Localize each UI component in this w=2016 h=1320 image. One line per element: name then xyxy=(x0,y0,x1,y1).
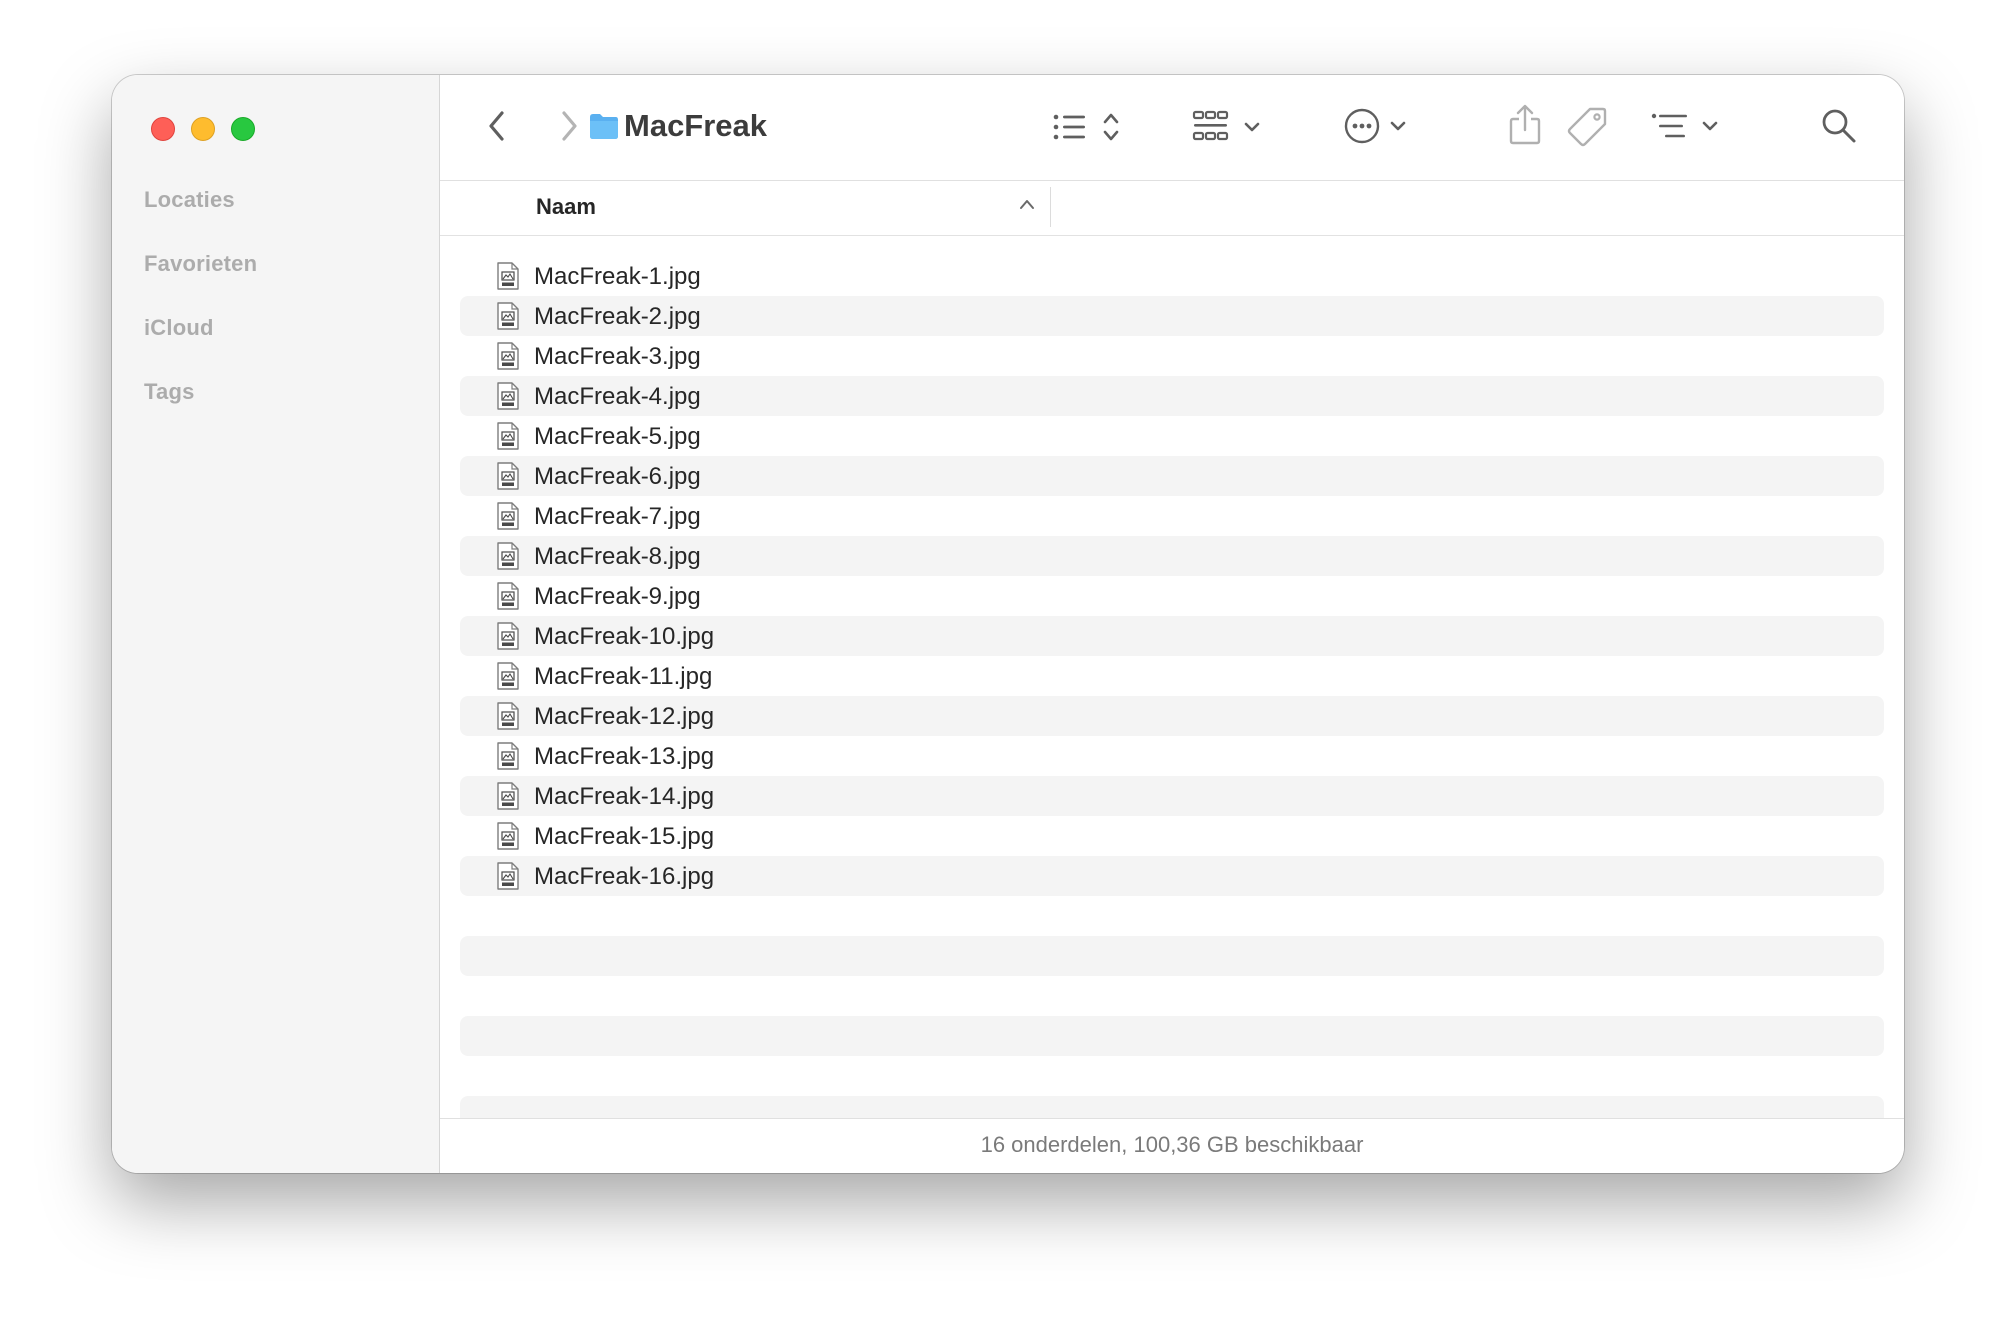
zoom-button[interactable] xyxy=(231,117,255,141)
file-row[interactable]: MacFreak-8.jpg xyxy=(460,536,1884,576)
sort-options-icon xyxy=(1651,113,1718,138)
jpg-file-icon xyxy=(496,422,520,455)
sidebar: Locaties Favorieten iCloud Tags xyxy=(112,75,440,1173)
file-row[interactable]: MacFreak-16.jpg xyxy=(460,856,1884,896)
close-button[interactable] xyxy=(151,117,175,141)
file-name: MacFreak-7.jpg xyxy=(534,503,701,530)
sidebar-section-locaties[interactable]: Locaties xyxy=(144,187,235,213)
group-icon xyxy=(1192,110,1260,141)
empty-row xyxy=(460,1016,1884,1056)
sort-options-button[interactable] xyxy=(1650,109,1724,143)
column-header: Naam xyxy=(440,181,1904,236)
share-icon xyxy=(1509,104,1541,145)
group-button[interactable] xyxy=(1192,109,1268,145)
folder-icon xyxy=(588,111,620,141)
empty-row xyxy=(460,1096,1884,1118)
file-list: MacFreak-1.jpg MacFreak-2.jpg MacFreak-3.j… xyxy=(440,236,1904,1118)
jpg-file-icon xyxy=(496,502,520,535)
view-mode-button[interactable] xyxy=(1050,109,1124,145)
jpg-file-icon xyxy=(496,662,520,695)
more-actions-button[interactable] xyxy=(1344,107,1420,145)
file-name: MacFreak-6.jpg xyxy=(534,463,701,490)
sidebar-section-favorieten[interactable]: Favorieten xyxy=(144,251,257,277)
sort-ascending-icon[interactable] xyxy=(1018,197,1036,216)
jpg-file-icon xyxy=(496,582,520,615)
file-row[interactable]: MacFreak-5.jpg xyxy=(460,416,1884,456)
tag-icon xyxy=(1567,107,1607,147)
file-row[interactable]: MacFreak-13.jpg xyxy=(460,736,1884,776)
file-name: MacFreak-1.jpg xyxy=(534,263,701,290)
empty-row xyxy=(460,936,1884,976)
window-title: MacFreak xyxy=(624,108,768,143)
jpg-file-icon xyxy=(496,382,520,415)
file-name: MacFreak-10.jpg xyxy=(534,623,715,650)
finder-window: Locaties Favorieten iCloud Tags MacFreak xyxy=(112,75,1904,1173)
file-row[interactable]: MacFreak-4.jpg xyxy=(460,376,1884,416)
file-name: MacFreak-13.jpg xyxy=(534,743,715,770)
jpg-file-icon xyxy=(496,262,520,295)
sidebar-section-tags[interactable]: Tags xyxy=(144,379,195,405)
jpg-file-icon xyxy=(496,862,520,895)
file-row[interactable]: MacFreak-2.jpg xyxy=(460,296,1884,336)
minimize-button[interactable] xyxy=(191,117,215,141)
jpg-file-icon xyxy=(496,342,520,375)
status-text: 16 onderdelen, 100,36 GB beschikbaar xyxy=(980,1132,1364,1157)
file-name: MacFreak-3.jpg xyxy=(534,343,701,370)
file-row[interactable]: MacFreak-10.jpg xyxy=(460,616,1884,656)
chevron-left-icon xyxy=(489,111,504,141)
file-name: MacFreak-16.jpg xyxy=(534,863,715,890)
file-name: MacFreak-11.jpg xyxy=(534,663,713,690)
file-row[interactable]: MacFreak-7.jpg xyxy=(460,496,1884,536)
file-row[interactable]: MacFreak-1.jpg xyxy=(460,256,1884,296)
file-row[interactable]: MacFreak-6.jpg xyxy=(460,456,1884,496)
forward-button[interactable] xyxy=(552,109,586,143)
jpg-file-icon xyxy=(496,742,520,775)
file-row[interactable]: MacFreak-11.jpg xyxy=(460,656,1884,696)
file-name: MacFreak-2.jpg xyxy=(534,303,701,330)
search-button[interactable] xyxy=(1820,107,1858,145)
file-row[interactable]: MacFreak-9.jpg xyxy=(460,576,1884,616)
file-name: MacFreak-4.jpg xyxy=(534,383,701,410)
jpg-file-icon xyxy=(496,782,520,815)
file-row[interactable]: MacFreak-3.jpg xyxy=(460,336,1884,376)
back-button[interactable] xyxy=(480,109,514,143)
list-view-icon xyxy=(1053,113,1119,141)
status-bar: 16 onderdelen, 100,36 GB beschikbaar xyxy=(440,1118,1904,1173)
file-row[interactable]: MacFreak-15.jpg xyxy=(460,816,1884,856)
file-name: MacFreak-12.jpg xyxy=(534,703,715,730)
file-name: MacFreak-14.jpg xyxy=(534,783,715,810)
jpg-file-icon xyxy=(496,542,520,575)
sidebar-section-icloud[interactable]: iCloud xyxy=(144,315,214,341)
file-name: MacFreak-9.jpg xyxy=(534,583,701,610)
column-header-name[interactable]: Naam xyxy=(536,194,596,220)
jpg-file-icon xyxy=(496,822,520,855)
jpg-file-icon xyxy=(496,702,520,735)
toolbar: MacFreak xyxy=(440,75,1904,181)
file-name: MacFreak-15.jpg xyxy=(534,823,715,850)
jpg-file-icon xyxy=(496,462,520,495)
file-name: MacFreak-8.jpg xyxy=(534,543,701,570)
jpg-file-icon xyxy=(496,622,520,655)
tag-button[interactable] xyxy=(1566,105,1608,147)
search-icon xyxy=(1822,109,1856,143)
file-row[interactable]: MacFreak-14.jpg xyxy=(460,776,1884,816)
share-button[interactable] xyxy=(1508,103,1542,147)
chevron-right-icon xyxy=(562,111,577,141)
more-actions-icon xyxy=(1344,108,1406,144)
column-divider[interactable] xyxy=(1050,187,1051,227)
jpg-file-icon xyxy=(496,302,520,335)
file-row[interactable]: MacFreak-12.jpg xyxy=(460,696,1884,736)
file-name: MacFreak-5.jpg xyxy=(534,423,701,450)
